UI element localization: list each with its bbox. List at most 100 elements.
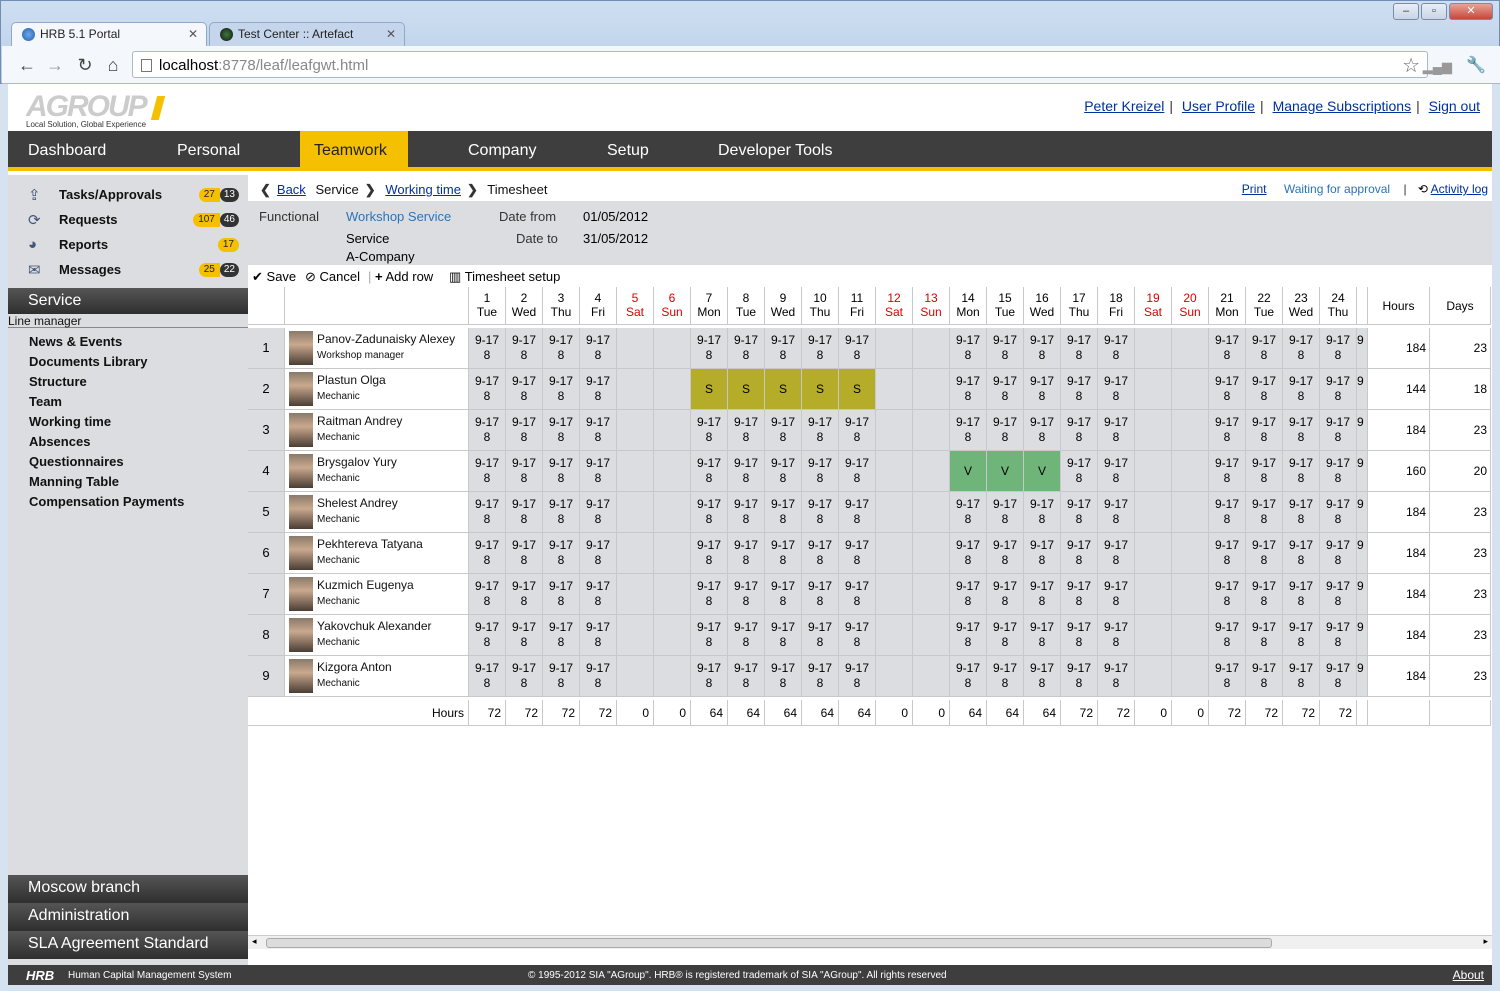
weekend-cell[interactable] [876,615,913,656]
work-cell[interactable]: 9-17 8 [506,574,543,615]
weekend-cell[interactable] [876,451,913,492]
work-cell[interactable]: 9-17 8 [1098,574,1135,615]
work-cell[interactable]: 9-17 8 [1320,656,1357,697]
work-cell[interactable]: 9-17 8 [802,656,839,697]
work-cell[interactable]: 9-17 8 [1209,451,1246,492]
work-cell[interactable]: 9-17 8 [728,410,765,451]
weekend-cell[interactable] [876,533,913,574]
work-cell[interactable]: 9-17 8 [1283,369,1320,410]
timesheet-setup-button[interactable]: ▥ Timesheet setup [449,269,560,285]
work-cell[interactable]: 9-17 8 [506,369,543,410]
work-cell[interactable]: 9-17 8 [543,328,580,369]
work-cell[interactable]: 9-17 8 [543,492,580,533]
work-cell[interactable]: 9-17 8 [950,615,987,656]
work-cell[interactable]: 9-17 8 [1283,451,1320,492]
activity-log-link[interactable]: Activity log [1431,182,1488,196]
browser-tab-testcenter[interactable]: Test Center :: Artefact ✕ [209,22,405,46]
wrench-icon[interactable]: 🔧 [1466,55,1486,75]
work-cell[interactable]: 9-17 8 [987,615,1024,656]
weekend-cell[interactable] [913,656,950,697]
work-cell[interactable]: 9-17 8 [691,656,728,697]
horizontal-scrollbar[interactable]: ◂ ▸ [248,935,1492,949]
weekend-cell[interactable] [654,410,691,451]
about-link[interactable]: About [1453,968,1484,982]
section-moscow-branch[interactable]: Moscow branch [8,875,248,903]
weekend-cell[interactable] [876,369,913,410]
weekend-cell[interactable] [617,615,654,656]
scrollbar-thumb[interactable] [266,938,1272,948]
employee-cell[interactable]: Brysgalov Yury Mechanic [285,451,469,492]
work-cell[interactable]: 9-17 8 [1098,492,1135,533]
work-cell[interactable]: 9-17 8 [1061,574,1098,615]
work-cell[interactable]: 9-17 8 [1283,533,1320,574]
work-cell[interactable]: 9-17 8 [1024,369,1061,410]
work-cell[interactable]: 9-17 8 [506,615,543,656]
work-cell[interactable]: 9-17 8 [691,410,728,451]
work-cell[interactable]: 9-17 8 [1024,533,1061,574]
day-header[interactable]: 1 Tue [469,287,506,325]
work-cell[interactable]: 9-17 8 [691,328,728,369]
work-cell[interactable]: 9-17 8 [1098,328,1135,369]
weekend-cell[interactable] [654,492,691,533]
work-cell[interactable]: 9-17 8 [506,533,543,574]
work-cell[interactable]: 9-17 8 [802,492,839,533]
print-link[interactable]: Print [1242,182,1267,196]
day-header[interactable]: 16 Wed [1024,287,1061,325]
work-cell[interactable]: 9-17 8 [765,533,802,574]
nav-teamwork[interactable]: Teamwork [300,131,408,171]
work-cell[interactable]: 9-17 8 [1246,492,1283,533]
weekend-cell[interactable] [1135,533,1172,574]
weekend-cell[interactable] [654,533,691,574]
work-cell[interactable]: 9-17 8 [580,533,617,574]
work-cell[interactable]: 9-17 8 [506,451,543,492]
browser-tab-hrb[interactable]: HRB 5.1 Portal ✕ [11,22,207,46]
work-cell[interactable]: 9-17 8 [580,328,617,369]
work-cell[interactable]: 9-17 8 [728,533,765,574]
work-cell[interactable]: 9-17 8 [839,615,876,656]
work-cell[interactable]: 9-17 8 [1283,492,1320,533]
sick-leave-cell[interactable]: S [765,369,802,410]
weekend-cell[interactable] [913,369,950,410]
shortcut-requests[interactable]: ⟳ Requests 107 46 [28,209,243,231]
work-cell[interactable]: 9-17 8 [1320,410,1357,451]
work-cell[interactable]: 9-17 8 [1098,615,1135,656]
work-cell[interactable]: 9-17 8 [987,574,1024,615]
weekend-cell[interactable] [913,574,950,615]
work-cell[interactable]: 9-17 8 [1320,615,1357,656]
work-cell[interactable]: 9-17 8 [469,533,506,574]
work-cell[interactable]: 9-17 8 [506,492,543,533]
day-header[interactable]: 17 Thu [1061,287,1098,325]
weekend-cell[interactable] [654,656,691,697]
work-cell[interactable]: 9-17 8 [765,656,802,697]
weekend-cell[interactable] [913,615,950,656]
work-cell[interactable]: 9-17 8 [1246,656,1283,697]
maximize-icon[interactable]: ▫ [1421,3,1447,20]
work-cell[interactable]: 9-17 8 [839,656,876,697]
vacation-cell[interactable]: V [950,451,987,492]
work-cell[interactable]: 9-17 8 [1024,328,1061,369]
save-button[interactable]: ✔ Save [252,269,296,285]
add-row-button[interactable]: + Add row [375,269,433,284]
day-header[interactable]: 9 Wed [765,287,802,325]
work-cell[interactable]: 9-17 8 [1209,533,1246,574]
work-cell[interactable]: 9-17 8 [469,574,506,615]
day-header[interactable]: 18 Fri [1098,287,1135,325]
weekend-cell[interactable] [1172,410,1209,451]
work-cell[interactable]: 9-17 8 [728,574,765,615]
work-cell[interactable]: 9-17 8 [728,328,765,369]
work-cell[interactable]: 9-17 8 [1246,369,1283,410]
work-cell[interactable]: 9-17 8 [728,451,765,492]
sign-out-link[interactable]: Sign out [1429,98,1480,114]
day-header[interactable]: 14 Mon [950,287,987,325]
work-cell[interactable]: 9-17 8 [765,492,802,533]
work-cell[interactable]: 9-17 8 [691,615,728,656]
weekend-cell[interactable] [654,574,691,615]
employee-cell[interactable]: Yakovchuk Alexander Mechanic [285,615,469,656]
work-cell[interactable]: 9-17 8 [839,410,876,451]
work-cell[interactable]: 9-17 8 [1283,615,1320,656]
nav-developer-tools[interactable]: Developer Tools [718,131,832,171]
work-cell[interactable]: 9-17 8 [691,492,728,533]
employee-cell[interactable]: Plastun Olga Mechanic [285,369,469,410]
work-cell[interactable]: 9-17 8 [1246,615,1283,656]
work-cell[interactable]: 9-17 8 [580,615,617,656]
